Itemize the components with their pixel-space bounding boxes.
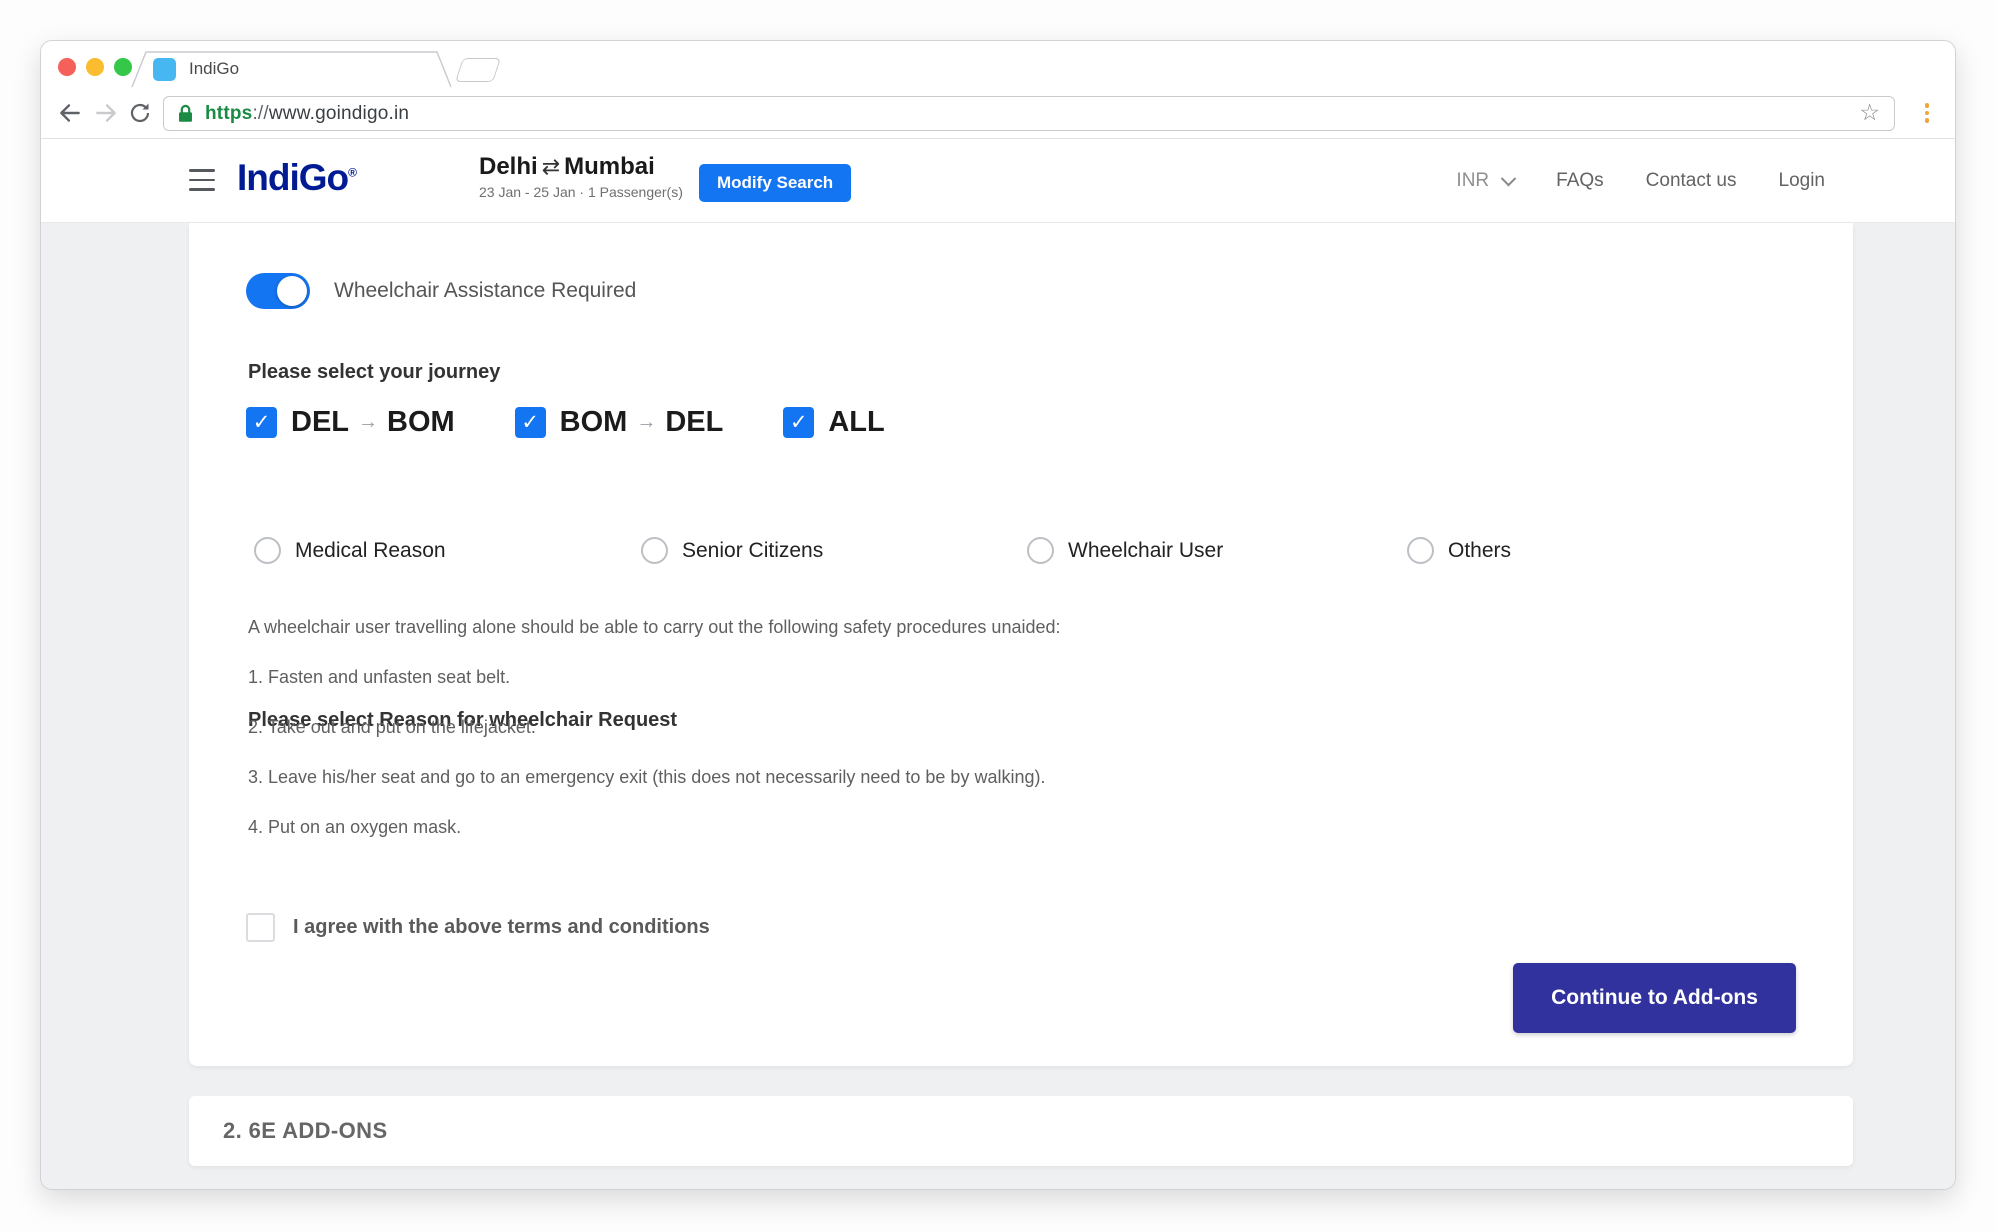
kebab-dot xyxy=(1925,118,1930,123)
radio-unselected-icon[interactable] xyxy=(641,537,668,564)
agree-checkbox-unchecked[interactable] xyxy=(246,913,275,942)
journey-options-row: ✓ DEL → BOM ✓ BOM → DEL ✓ ALL xyxy=(246,406,885,439)
window-zoom-button[interactable] xyxy=(114,58,132,76)
journey-to: DEL xyxy=(665,406,723,439)
reason-option-medical[interactable]: Medical Reason xyxy=(254,537,446,564)
reason-option-senior[interactable]: Senior Citizens xyxy=(641,537,823,564)
checkbox-checked-icon[interactable]: ✓ xyxy=(515,407,546,438)
refresh-icon xyxy=(128,101,152,125)
url-separator: :// xyxy=(252,103,268,124)
hamburger-bar xyxy=(189,169,215,172)
safety-item-4: 4. Put on an oxygen mask. xyxy=(248,817,461,838)
journey-heading: Please select your journey xyxy=(248,361,500,384)
nav-login-link[interactable]: Login xyxy=(1779,170,1826,192)
radio-unselected-icon[interactable] xyxy=(254,537,281,564)
logo-text: IndiGo xyxy=(237,157,348,198)
url-host: www.goindigo.in xyxy=(269,103,409,124)
browser-toolbar: https://www.goindigo.in ☆ xyxy=(41,87,1955,139)
window-minimize-button[interactable] xyxy=(86,58,104,76)
back-icon xyxy=(57,100,83,126)
safety-item-1: 1. Fasten and unfasten seat belt. xyxy=(248,667,510,688)
modify-search-button[interactable]: Modify Search xyxy=(699,164,851,202)
site-header: IndiGo® Delhi⇄Mumbai 23 Jan - 25 Jan · 1… xyxy=(41,139,1955,223)
screenshot-root: IndiGo xyxy=(0,0,1996,1232)
checkbox-checked-icon[interactable]: ✓ xyxy=(246,407,277,438)
reason-option-label: Wheelchair User xyxy=(1068,539,1223,563)
checkbox-checked-icon[interactable]: ✓ xyxy=(783,407,814,438)
nav-faqs-link[interactable]: FAQs xyxy=(1556,170,1604,192)
hamburger-bar xyxy=(189,188,215,191)
refresh-button[interactable] xyxy=(125,98,155,128)
safety-intro-text: A wheelchair user travelling alone shoul… xyxy=(248,617,1061,638)
route-title: Delhi⇄Mumbai xyxy=(479,153,683,181)
back-button[interactable] xyxy=(55,98,85,128)
wheelchair-toggle-row: Wheelchair Assistance Required xyxy=(246,273,636,309)
journey-all: ALL xyxy=(828,406,884,439)
continue-to-addons-button[interactable]: Continue to Add-ons xyxy=(1513,963,1796,1033)
forward-icon xyxy=(93,100,119,126)
browser-window: IndiGo xyxy=(40,40,1956,1190)
journey-option-label: ALL xyxy=(828,406,884,439)
hamburger-bar xyxy=(189,179,215,182)
reason-option-label: Senior Citizens xyxy=(682,539,823,563)
new-tab-button[interactable] xyxy=(455,58,501,82)
route-to: Mumbai xyxy=(564,153,655,180)
browser-tab-strip: IndiGo xyxy=(41,41,1955,87)
radio-unselected-icon[interactable] xyxy=(1407,537,1434,564)
indigo-logo[interactable]: IndiGo® xyxy=(237,157,357,199)
reason-options-row: Medical Reason Senior Citizens Wheelchai… xyxy=(246,537,1796,567)
nav-contact-us-link[interactable]: Contact us xyxy=(1646,170,1737,192)
journey-option-label: BOM → DEL xyxy=(560,406,724,439)
toggle-knob xyxy=(277,276,307,306)
url-text: https://www.goindigo.in xyxy=(205,103,409,125)
journey-to: BOM xyxy=(387,406,455,439)
route-from: Delhi xyxy=(479,153,538,180)
lock-icon[interactable] xyxy=(178,104,193,123)
wheelchair-assistance-card: Wheelchair Assistance Required Please se… xyxy=(189,223,1853,1066)
kebab-dot xyxy=(1925,111,1930,116)
url-scheme: https xyxy=(205,103,252,124)
browser-tab[interactable]: IndiGo xyxy=(131,51,451,87)
journey-option-all[interactable]: ✓ ALL xyxy=(783,406,884,439)
addons-section-header[interactable]: 2. 6E ADD-ONS xyxy=(189,1096,1853,1166)
hamburger-menu-button[interactable] xyxy=(189,169,215,191)
agree-terms-row[interactable]: I agree with the above terms and conditi… xyxy=(246,913,710,942)
route-summary: Delhi⇄Mumbai 23 Jan - 25 Jan · 1 Passeng… xyxy=(479,153,683,200)
radio-unselected-icon[interactable] xyxy=(1027,537,1054,564)
forward-button[interactable] xyxy=(91,98,121,128)
window-controls xyxy=(58,58,132,76)
journey-from: DEL xyxy=(291,406,349,439)
address-bar[interactable]: https://www.goindigo.in ☆ xyxy=(163,96,1895,131)
top-navigation: INR FAQs Contact us Login xyxy=(1456,139,1825,223)
reason-option-others[interactable]: Others xyxy=(1407,537,1511,564)
journey-from: BOM xyxy=(560,406,628,439)
bookmark-star-icon[interactable]: ☆ xyxy=(1859,99,1880,126)
safety-item-3: 3. Leave his/her seat and go to an emerg… xyxy=(248,767,1045,788)
addons-section-title: 2. 6E ADD-ONS xyxy=(223,1118,388,1144)
safety-item-2: 2. Take out and put on the lifejacket. xyxy=(248,717,536,738)
browser-menu-button[interactable] xyxy=(1918,100,1936,126)
registered-mark: ® xyxy=(348,166,357,180)
journey-option-del-bom[interactable]: ✓ DEL → BOM xyxy=(246,406,455,439)
reason-option-label: Medical Reason xyxy=(295,539,446,563)
agree-terms-label: I agree with the above terms and conditi… xyxy=(293,916,710,939)
wheelchair-toggle[interactable] xyxy=(246,273,310,309)
tab-favicon-icon xyxy=(153,58,176,81)
kebab-dot xyxy=(1925,103,1930,108)
chevron-down-icon xyxy=(1501,170,1517,186)
reason-option-wheelchair-user[interactable]: Wheelchair User xyxy=(1027,537,1223,564)
journey-option-bom-del[interactable]: ✓ BOM → DEL xyxy=(515,406,724,439)
arrow-right-icon: → xyxy=(358,411,378,434)
route-details: 23 Jan - 25 Jan · 1 Passenger(s) xyxy=(479,184,683,200)
swap-route-icon: ⇄ xyxy=(538,154,564,179)
page-content: Wheelchair Assistance Required Please se… xyxy=(41,223,1955,1189)
currency-label: INR xyxy=(1456,170,1489,192)
reason-option-label: Others xyxy=(1448,539,1511,563)
arrow-right-icon: → xyxy=(636,411,656,434)
journey-option-label: DEL → BOM xyxy=(291,406,455,439)
window-close-button[interactable] xyxy=(58,58,76,76)
tab-title: IndiGo xyxy=(189,59,239,79)
wheelchair-toggle-label: Wheelchair Assistance Required xyxy=(334,279,636,303)
currency-dropdown[interactable]: INR xyxy=(1456,170,1514,192)
